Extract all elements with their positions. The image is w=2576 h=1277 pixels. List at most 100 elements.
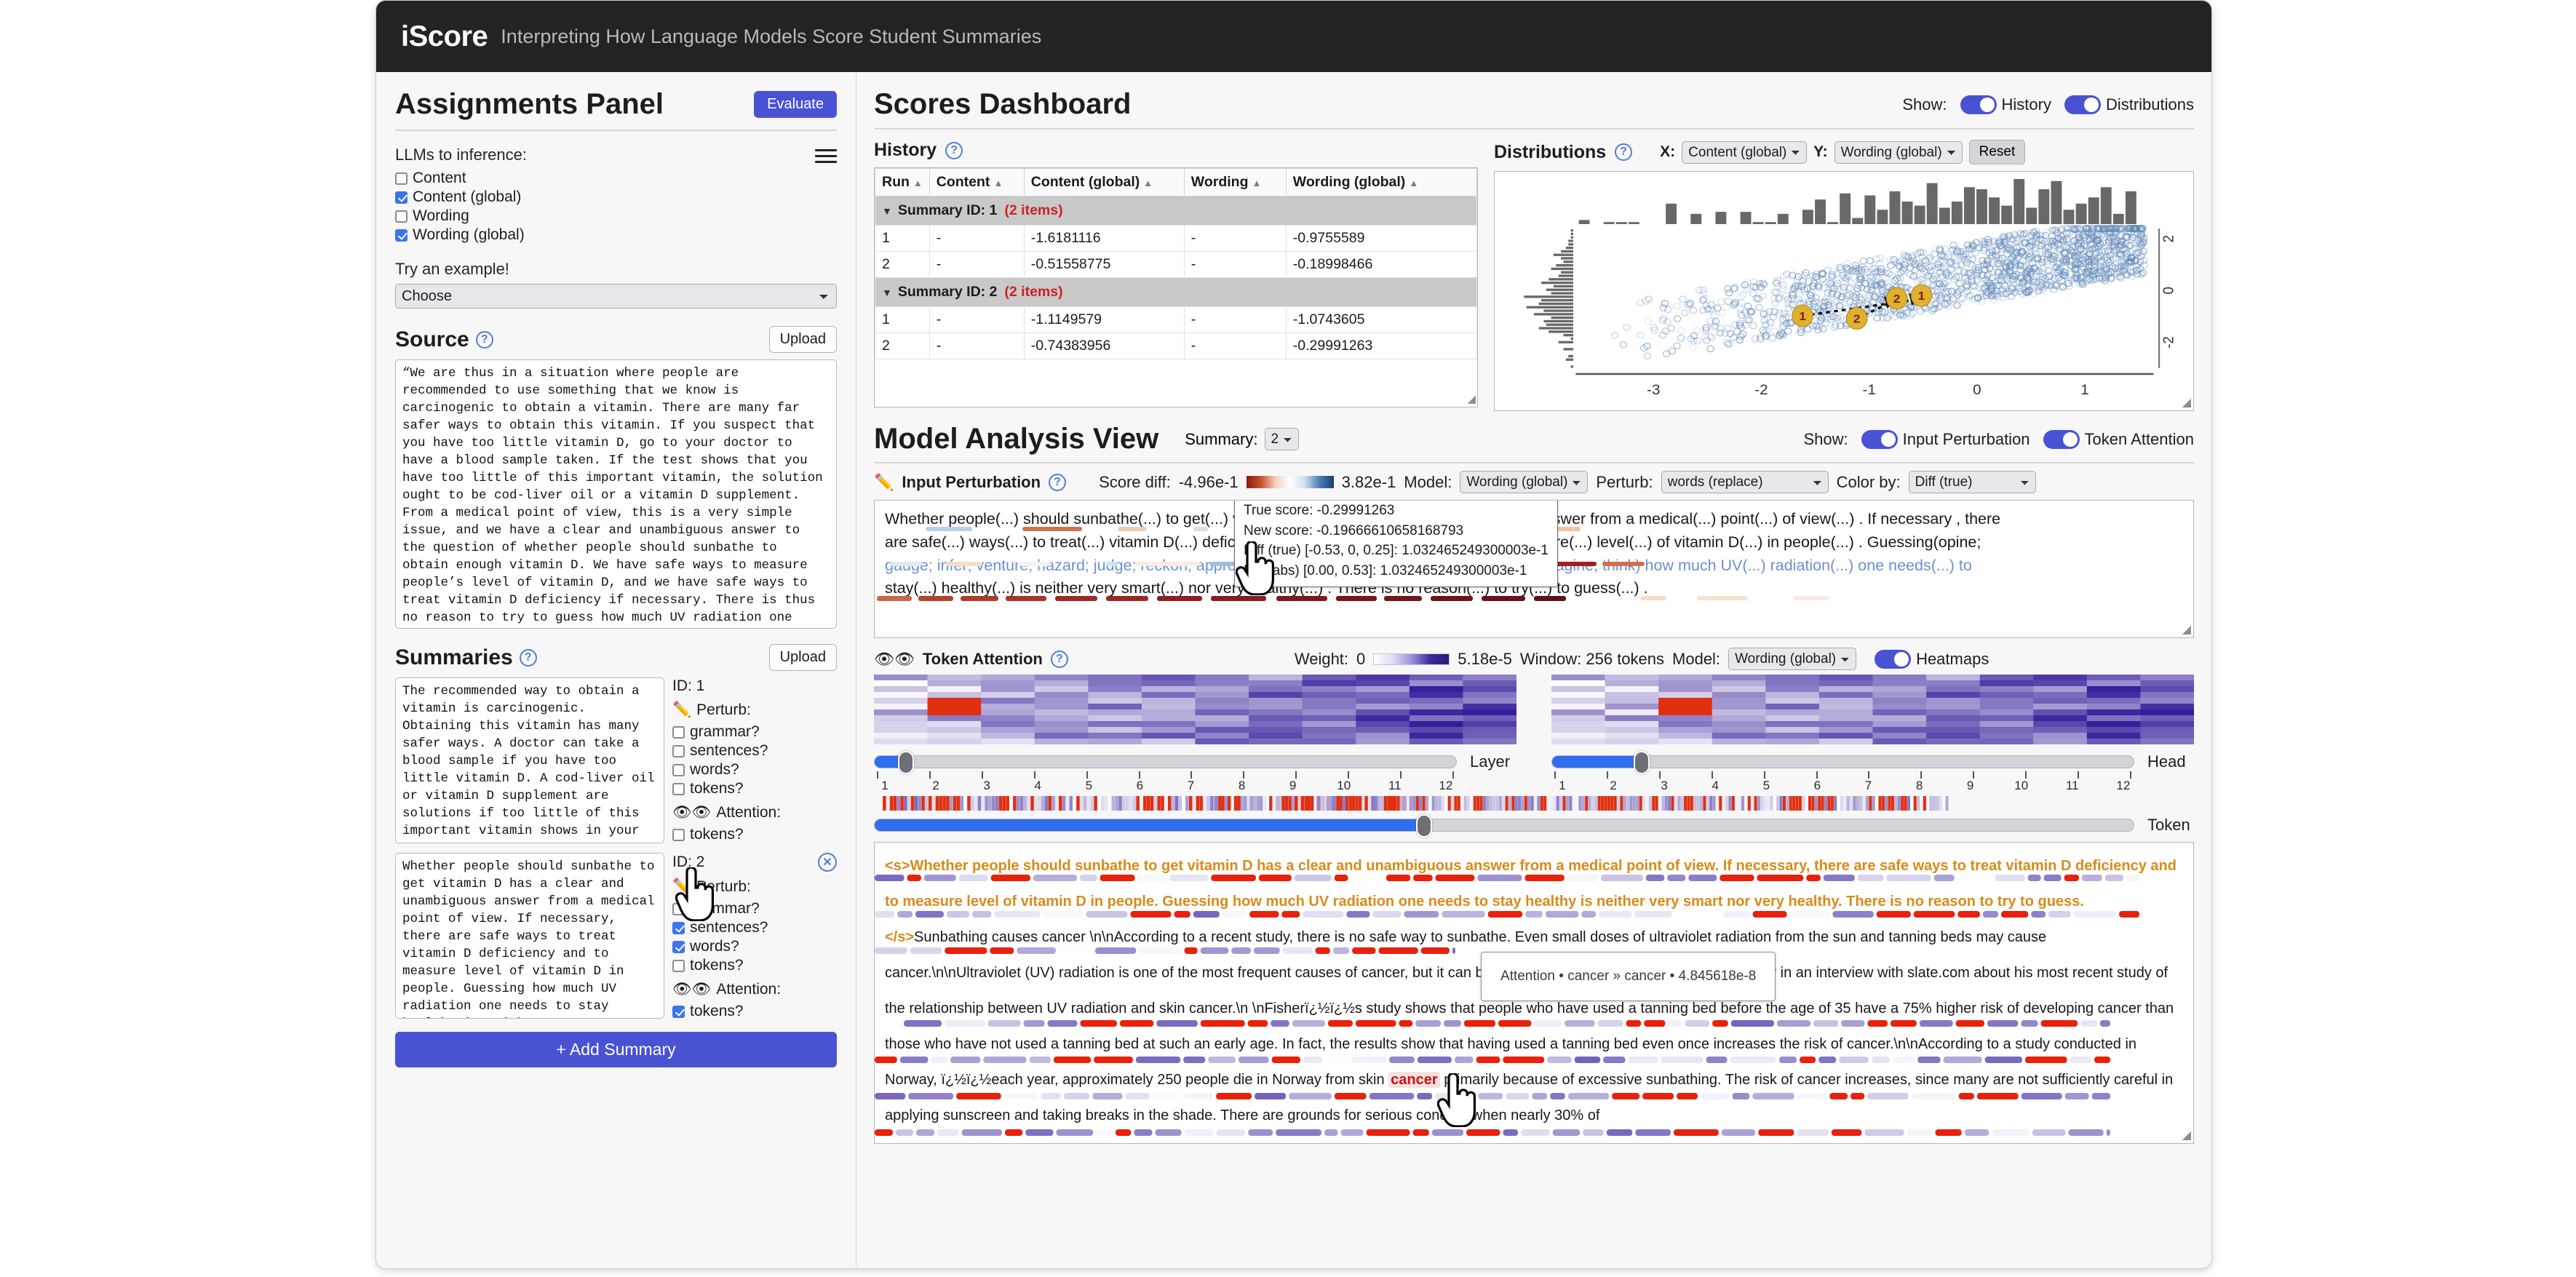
- toggle-history[interactable]: History: [1960, 95, 2051, 114]
- toggle-switch[interactable]: [1960, 95, 1997, 114]
- head-slider[interactable]: [1551, 751, 2134, 774]
- col-content[interactable]: Content ▲: [929, 168, 1025, 196]
- layer-heatmap[interactable]: [874, 675, 1517, 745]
- perturb-sentences-1[interactable]: sentences?: [672, 742, 837, 760]
- llm-option-label: Content (global): [413, 188, 522, 205]
- llm-option-wording[interactable]: Wording: [395, 207, 527, 225]
- summary-select[interactable]: 2: [1264, 428, 1299, 450]
- resize-handle-icon[interactable]: ◢: [2182, 395, 2191, 410]
- y-axis-select[interactable]: Wording (global): [1834, 140, 1963, 164]
- toggle-switch[interactable]: [1875, 649, 1912, 669]
- close-icon[interactable]: ✕: [818, 853, 837, 872]
- chevron-down-icon[interactable]: ▼: [882, 287, 892, 298]
- checkbox-grammar[interactable]: [672, 725, 685, 739]
- perturb-grammar-2[interactable]: grammar?: [672, 900, 837, 918]
- reset-button[interactable]: Reset: [1968, 140, 2026, 164]
- input-perturbation-title: Input Perturbation: [902, 472, 1041, 491]
- attention-tokens-2[interactable]: tokens?: [672, 1003, 837, 1020]
- help-icon[interactable]: ?: [1049, 473, 1067, 491]
- table-row[interactable]: 2 - -0.74383956 - -0.29991263: [875, 333, 1477, 359]
- x-axis-select[interactable]: Content (global): [1682, 140, 1808, 164]
- group-row-summary-2[interactable]: ▼ Summary ID: 2 (2 items): [875, 277, 1477, 307]
- perturb-words-2[interactable]: words?: [672, 938, 837, 955]
- toggle-token-attention[interactable]: Token Attention: [2043, 429, 2194, 449]
- toggle-distributions[interactable]: Distributions: [2064, 95, 2194, 114]
- layer-slider[interactable]: [874, 751, 1457, 774]
- menu-icon[interactable]: [815, 146, 837, 167]
- checkbox-wording-global[interactable]: [395, 228, 408, 242]
- app-header: iScore Interpreting How Language Models …: [376, 1, 2211, 72]
- perturb-tokens-1[interactable]: tokens?: [672, 780, 837, 797]
- token-slider[interactable]: [874, 814, 2134, 838]
- add-summary-button[interactable]: + Add Summary: [395, 1032, 837, 1067]
- chevron-down-icon[interactable]: ▼: [882, 205, 892, 217]
- head-heatmap[interactable]: [1551, 675, 2195, 745]
- table-row[interactable]: 1 - -1.1149579 - -1.0743605: [875, 306, 1477, 333]
- svg-text:-3: -3: [1647, 383, 1660, 398]
- resize-handle-icon[interactable]: ◢: [1467, 392, 1476, 405]
- attention-text-panel[interactable]: <s>Whether people should sunbathe to get…: [874, 842, 2194, 1144]
- checkbox-tokens[interactable]: [672, 782, 685, 795]
- col-content-global[interactable]: Content (global) ▲: [1023, 168, 1185, 196]
- svg-text:2: 2: [1853, 312, 1861, 325]
- col-wording-global[interactable]: Wording (global) ▲: [1285, 168, 1477, 196]
- ip-colorby-select[interactable]: Diff (true): [1908, 471, 2036, 493]
- evaluate-button[interactable]: Evaluate: [754, 91, 837, 118]
- summary-textarea-1[interactable]: The recommended way to obtain a vitamin …: [395, 677, 664, 843]
- help-icon[interactable]: ?: [1615, 143, 1633, 161]
- perturb-grammar-1[interactable]: grammar?: [672, 723, 837, 741]
- source-upload-button[interactable]: Upload: [768, 326, 837, 353]
- toggle-switch[interactable]: [1861, 429, 1898, 449]
- summary-item-1: The recommended way to obtain a vitamin …: [395, 677, 837, 845]
- perturb-group-2: ✏️ Perturb:: [672, 878, 751, 895]
- table-row[interactable]: 2 - -0.51558775 - -0.18998466: [875, 251, 1477, 278]
- ip-perturb-select[interactable]: words (replace): [1661, 471, 1829, 493]
- token-strip[interactable]: [874, 796, 2194, 811]
- summaries-upload-button[interactable]: Upload: [768, 644, 837, 671]
- toggle-switch[interactable]: [2064, 95, 2101, 114]
- table-header-row: Run ▲ Content ▲ Content (global) ▲ Wording ▲…: [875, 168, 1477, 196]
- ta-model-select[interactable]: Wording (global): [1728, 648, 1857, 670]
- llm-option-content-global[interactable]: Content (global): [395, 188, 527, 206]
- group-row-summary-1[interactable]: ▼ Summary ID: 1 (2 items): [875, 196, 1477, 226]
- checkbox-tokens[interactable]: [672, 959, 685, 972]
- toggle-switch[interactable]: [2043, 429, 2080, 449]
- resize-handle-icon[interactable]: ◢: [2182, 622, 2191, 637]
- help-icon[interactable]: ?: [519, 648, 537, 667]
- help-icon[interactable]: ?: [1050, 650, 1068, 668]
- checkbox-content[interactable]: [395, 172, 408, 185]
- attention-token-cancer[interactable]: cancer: [1388, 1072, 1440, 1088]
- checkbox-attention-tokens[interactable]: [672, 828, 685, 841]
- toggle-input-perturbation[interactable]: Input Perturbation: [1861, 429, 2030, 449]
- checkbox-words[interactable]: [672, 940, 685, 953]
- checkbox-grammar[interactable]: [672, 902, 685, 915]
- distributions-chart[interactable]: 1 1 2 2 -3 -2 -1 0 1 -2 0 2 ◢: [1494, 171, 2194, 411]
- perturb-sentences-2[interactable]: sentences?: [672, 919, 837, 936]
- checkbox-attention-tokens[interactable]: [672, 1005, 685, 1018]
- perturb-tokens-2[interactable]: tokens?: [672, 957, 837, 974]
- checkbox-words[interactable]: [672, 763, 685, 776]
- svg-text:1: 1: [1799, 310, 1806, 323]
- resize-handle-icon[interactable]: ◢: [2182, 1128, 2191, 1142]
- weight-max: 5.18e-5: [1458, 649, 1512, 668]
- checkbox-wording[interactable]: [395, 210, 408, 223]
- col-run[interactable]: Run ▲: [875, 168, 930, 196]
- llm-option-wording-global[interactable]: Wording (global): [395, 226, 527, 244]
- checkbox-sentences[interactable]: [672, 744, 685, 757]
- attention-tokens-1[interactable]: tokens?: [672, 826, 837, 843]
- table-row[interactable]: 1 - -1.6181116 - -0.9755589: [875, 225, 1477, 252]
- col-wording[interactable]: Wording ▲: [1183, 168, 1287, 196]
- source-textarea[interactable]: “We are thus in a situation where people…: [395, 359, 837, 629]
- toggle-heatmaps[interactable]: Heatmaps: [1875, 649, 1989, 669]
- perturb-words-1[interactable]: words?: [672, 761, 837, 779]
- example-select[interactable]: Choose: [395, 284, 837, 309]
- help-icon[interactable]: ?: [475, 330, 493, 349]
- ip-model-select[interactable]: Wording (global): [1460, 471, 1589, 493]
- input-perturbation-text[interactable]: Whether people(...) should sunbathe(...)…: [874, 500, 2194, 638]
- help-icon[interactable]: ?: [945, 141, 963, 159]
- show-label: Show:: [1803, 429, 1848, 448]
- llm-option-content[interactable]: Content: [395, 170, 527, 187]
- checkbox-sentences[interactable]: [672, 921, 685, 934]
- checkbox-content-global[interactable]: [395, 191, 408, 204]
- summary-textarea-2[interactable]: Whether people should sunbathe to get vi…: [395, 853, 664, 1019]
